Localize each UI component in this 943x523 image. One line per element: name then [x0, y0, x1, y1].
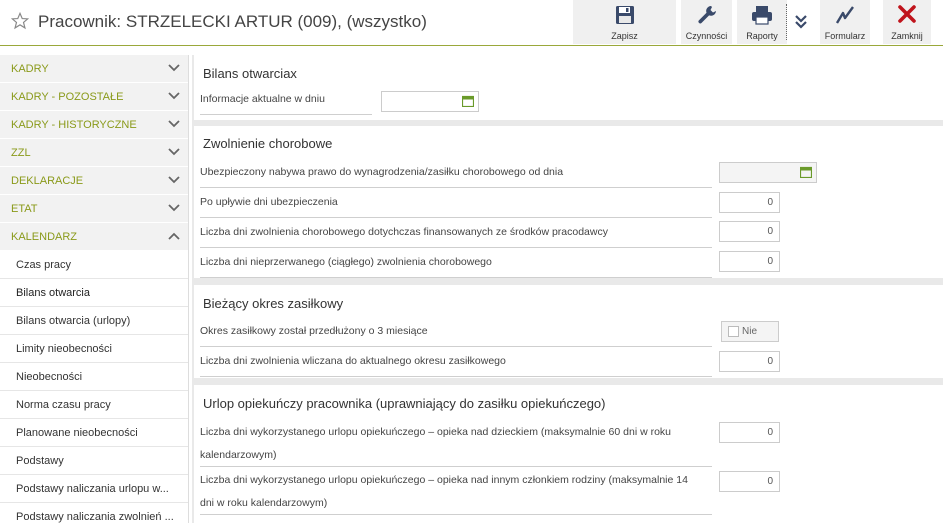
reports-button[interactable]: Raporty — [737, 0, 787, 44]
entitlement-date-input[interactable] — [719, 162, 817, 183]
sidebar-item-czas-pracy[interactable]: Czas pracy — [0, 251, 188, 279]
chevron-down-icon — [168, 120, 180, 128]
close-label: Zamknij — [891, 31, 923, 41]
sidebar-item-bilans-otwarcia-urlopy[interactable]: Bilans otwarcia (urlopy) — [0, 307, 188, 335]
sidebar-item-planowane-nieobecnosci[interactable]: Planowane nieobecności — [0, 419, 188, 447]
field-label-child-care: Liczba dni wykorzystanego urlopu opiekuń… — [200, 421, 712, 467]
field-label-family-care: Liczba dni wykorzystanego urlopu opiekuń… — [200, 469, 712, 515]
sidebar-item-bilans-otwarcia[interactable]: Bilans otwarcia — [0, 279, 188, 307]
favorite-star-icon[interactable] — [11, 12, 29, 30]
field-label-continuous-days: Liczba dni nieprzerwanego (ciągłego) zwo… — [200, 256, 712, 278]
sidebar-section-label: KADRY - HISTORYCZNE — [11, 119, 137, 131]
calendar-icon[interactable] — [462, 95, 474, 107]
sidebar-section-etat[interactable]: ETAT — [0, 195, 188, 223]
panel-title: Bieżący okres zasiłkowy — [203, 296, 344, 311]
chevron-down-icon — [168, 64, 180, 72]
double-chevron-down-icon — [795, 15, 807, 29]
wrench-icon — [697, 6, 716, 24]
chevron-down-icon — [168, 204, 180, 212]
sidebar-section-label: KALENDARZ — [11, 231, 78, 243]
panel-zwolnienie-chorobowe: Zwolnienie chorobowe Ubezpieczony nabywa… — [194, 126, 943, 278]
sidebar-section-deklaracje[interactable]: DEKLARACJE — [0, 167, 188, 195]
sidebar-item-podstawy-urlopu[interactable]: Podstawy naliczania urlopu w... — [0, 475, 188, 503]
sidebar-section-kadry[interactable]: KADRY — [0, 55, 188, 83]
chevron-down-icon — [168, 92, 180, 100]
sidebar-item-limity-nieobecnosci[interactable]: Limity nieobecności — [0, 335, 188, 363]
printer-icon — [752, 6, 772, 25]
sidebar-section-kadry-historyczne[interactable]: KADRY - HISTORYCZNE — [0, 111, 188, 139]
sidebar-item-nieobecnosci[interactable]: Nieobecności — [0, 363, 188, 391]
child-care-days-input[interactable]: 0 — [719, 422, 780, 443]
sidebar-section-label: ETAT — [11, 203, 38, 215]
field-label-line: dni w roku kalendarzowym) — [200, 497, 328, 509]
sidebar-item-podstawy-zwolnien[interactable]: Podstawy naliczania zwolnień ... — [0, 503, 188, 523]
sidebar-section-kalendarz[interactable]: KALENDARZ — [0, 223, 188, 251]
field-label-extended: Okres zasiłkowy został przedłużony o 3 m… — [200, 325, 712, 347]
actions-button[interactable]: Czynności — [681, 0, 732, 44]
after-days-input[interactable]: 0 — [719, 192, 780, 213]
field-label-line: kalendarzowym) — [200, 449, 277, 461]
form-label: Formularz — [824, 31, 866, 41]
calendar-icon[interactable] — [800, 166, 812, 178]
info-date-input[interactable] — [381, 91, 479, 112]
panel-title: Zwolnienie chorobowe — [203, 136, 333, 151]
sidebar-item-norma-czasu-pracy[interactable]: Norma czasu pracy — [0, 391, 188, 419]
save-button[interactable]: Zapisz — [573, 0, 676, 44]
sidebar-section-kadry-pozostale[interactable]: KADRY - POZOSTAŁE — [0, 83, 188, 111]
chevron-up-icon — [168, 232, 180, 240]
window-header: Pracownik: STRZELECKI ARTUR (009), (wszy… — [0, 0, 943, 46]
extended-value: Nie — [742, 326, 758, 337]
panel-okres-zasilkowy: Bieżący okres zasiłkowy Okres zasiłkowy … — [194, 285, 943, 378]
sidebar-section-label: KADRY — [11, 63, 49, 75]
reports-label: Raporty — [746, 31, 778, 41]
more-toolbar-button[interactable] — [788, 0, 814, 44]
panel-bilans-otwarcia: Bilans otwarciax Informacje aktualne w d… — [194, 55, 943, 120]
save-label: Zapisz — [611, 31, 638, 41]
field-label-employer-days: Liczba dni zwolnienia chorobowego dotych… — [200, 226, 712, 248]
field-label-line: Liczba dni wykorzystanego urlopu opiekuń… — [200, 426, 672, 438]
panel-urlop-opiekunczy: Urlop opiekuńczy pracownika (uprawniając… — [194, 385, 943, 523]
field-label-line: Liczba dni wykorzystanego urlopu opiekuń… — [200, 474, 688, 486]
page-title: Pracownik: STRZELECKI ARTUR (009), (wszy… — [38, 12, 427, 31]
actions-label: Czynności — [685, 31, 728, 41]
panel-title: Bilans otwarciax — [203, 66, 297, 81]
continuous-days-input[interactable]: 0 — [719, 251, 780, 272]
sidebar-item-podstawy[interactable]: Podstawy — [0, 447, 188, 475]
sidebar-section-label: DEKLARACJE — [11, 175, 84, 187]
field-label-period-days: Liczba dni zwolnienia wliczana do aktual… — [200, 355, 712, 377]
checkbox-box — [728, 326, 739, 337]
chevron-down-icon — [168, 148, 180, 156]
close-button[interactable]: Zamknij — [883, 0, 931, 44]
close-icon — [898, 5, 916, 23]
main-content: Bilans otwarciax Informacje aktualne w d… — [192, 55, 943, 523]
employer-days-input[interactable]: 0 — [719, 221, 780, 242]
toolbar-separator — [786, 4, 787, 40]
sidebar-section-label: KADRY - POZOSTAŁE — [11, 91, 124, 103]
field-label-entitlement-date: Ubezpieczony nabywa prawo do wynagrodzen… — [200, 166, 712, 188]
panel-title: Urlop opiekuńczy pracownika (uprawniając… — [203, 396, 606, 411]
sidebar-section-label: ZZL — [11, 147, 31, 159]
sidebar-section-zzl[interactable]: ZZL — [0, 139, 188, 167]
floppy-disk-icon — [615, 6, 634, 24]
field-label-info-date: Informacje aktualne w dniu — [200, 93, 372, 115]
form-signature-icon — [835, 6, 854, 24]
period-days-input[interactable]: 0 — [719, 351, 780, 372]
field-label-after-days: Po upływie dni ubezpieczenia — [200, 196, 712, 218]
chevron-down-icon — [168, 176, 180, 184]
sidebar: KADRY KADRY - POZOSTAŁE KADRY - HISTORYC… — [0, 55, 189, 523]
family-care-days-input[interactable]: 0 — [719, 471, 780, 492]
extended-checkbox[interactable]: Nie — [721, 321, 779, 342]
form-button[interactable]: Formularz — [820, 0, 870, 44]
